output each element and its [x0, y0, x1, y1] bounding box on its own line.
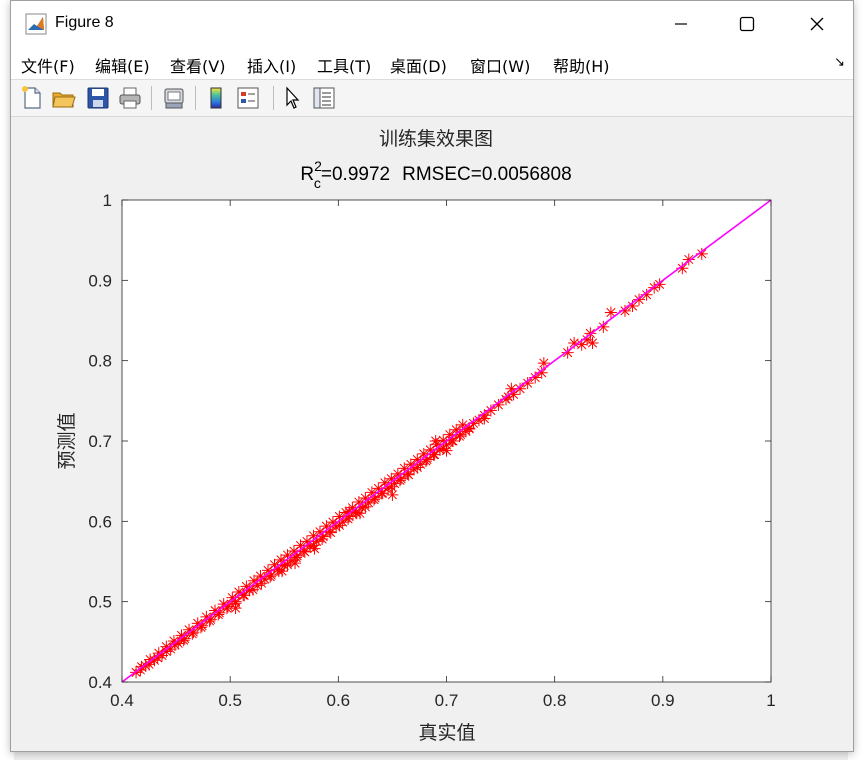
- rmsec-value: RMSEC=0.0056808: [402, 164, 572, 185]
- open-file-icon[interactable]: [51, 85, 77, 111]
- menu-help[interactable]: 帮助(H): [553, 53, 610, 77]
- print-preview-icon[interactable]: [161, 85, 187, 111]
- y-tick-label: 0.6: [88, 512, 112, 531]
- y-tick-label: 0.8: [88, 352, 112, 371]
- data-point: [308, 542, 321, 555]
- x-axis-label: 真实值: [418, 722, 475, 744]
- data-point: [298, 545, 311, 558]
- toolbar: [11, 80, 853, 117]
- insert-colorbar-icon[interactable]: [203, 85, 229, 111]
- close-button[interactable]: [787, 1, 847, 47]
- data-point: [586, 336, 599, 349]
- menu-insert[interactable]: 插入(I): [247, 53, 296, 77]
- y-tick-label: 0.5: [88, 593, 112, 612]
- y-tick-label: 0.9: [88, 271, 112, 290]
- menu-tools[interactable]: 工具(T): [317, 53, 371, 77]
- chart-subtitle: R2 c=0.9972 RMSEC=0.0056808: [300, 158, 571, 191]
- edit-plot-arrow-icon[interactable]: [279, 85, 305, 111]
- data-point: [324, 526, 337, 539]
- insert-legend-icon[interactable]: [235, 85, 261, 111]
- menu-edit[interactable]: 编辑(E): [95, 53, 150, 77]
- maximize-icon: [739, 16, 755, 32]
- y-tick-label: 0.7: [88, 432, 112, 451]
- x-tick-label: 0.4: [110, 691, 134, 710]
- x-tick-label: 0.5: [218, 691, 242, 710]
- chart-title: 训练集效果图: [379, 128, 493, 150]
- dock-arrow-icon[interactable]: ↘: [834, 55, 845, 70]
- r2-subscript: c: [314, 175, 321, 191]
- data-point: [537, 357, 550, 370]
- data-point: [316, 533, 329, 546]
- data-point: [359, 500, 372, 513]
- figure-canvas: 训练集效果图 R2 c=0.9972 RMSEC=0.0056808 0.4 0.5 0…: [11, 117, 853, 751]
- matlab-logo-icon: [25, 13, 47, 35]
- y-tick-label: 1: [103, 191, 112, 210]
- r2-value: =0.9972: [321, 164, 390, 185]
- toolbar-separator: [273, 86, 274, 110]
- x-tick-label: 0.7: [435, 691, 459, 710]
- x-tick-label: 1: [766, 691, 775, 710]
- menu-window[interactable]: 窗口(W): [470, 53, 530, 77]
- data-point: [402, 468, 415, 481]
- menu-desktop[interactable]: 桌面(D): [390, 53, 447, 77]
- minimize-button[interactable]: [651, 1, 711, 47]
- data-point: [440, 444, 453, 457]
- data-point: [281, 558, 294, 571]
- title-bar: Figure 8: [11, 1, 853, 47]
- data-point: [229, 602, 242, 615]
- y-tick-label: 0.4: [88, 673, 112, 692]
- data-point: [478, 412, 491, 425]
- minimize-icon: [675, 23, 687, 25]
- maximize-button[interactable]: [717, 1, 777, 47]
- y-axis-label: 预测值: [56, 412, 78, 469]
- toolbar-separator: [195, 86, 196, 110]
- menu-file[interactable]: 文件(F): [21, 53, 75, 77]
- property-inspector-icon[interactable]: [311, 85, 337, 111]
- x-tick-label: 0.9: [651, 691, 675, 710]
- x-tick-label: 0.8: [543, 691, 567, 710]
- menu-view[interactable]: 查看(V): [170, 53, 225, 77]
- print-icon[interactable]: [117, 85, 143, 111]
- data-point: [386, 488, 399, 501]
- new-figure-icon[interactable]: [19, 85, 45, 111]
- x-tick-label: 0.6: [327, 691, 351, 710]
- data-point: [289, 557, 302, 570]
- window-title: Figure 8: [55, 14, 114, 31]
- menu-bar: 文件(F) 编辑(E) 查看(V) 插入(I) 工具(T) 桌面(D) 窗口(W…: [11, 47, 853, 80]
- figure-window: Figure 8 文件(F) 编辑(E) 查看(V) 插入(I) 工具(T) 桌…: [10, 0, 854, 752]
- toolbar-separator: [151, 86, 152, 110]
- chart-svg: 训练集效果图 R2 c=0.9972 RMSEC=0.0056808 0.4 0.5 0…: [56, 128, 776, 744]
- r2-symbol: R: [300, 164, 314, 185]
- close-icon: [810, 17, 824, 31]
- save-icon[interactable]: [85, 85, 111, 111]
